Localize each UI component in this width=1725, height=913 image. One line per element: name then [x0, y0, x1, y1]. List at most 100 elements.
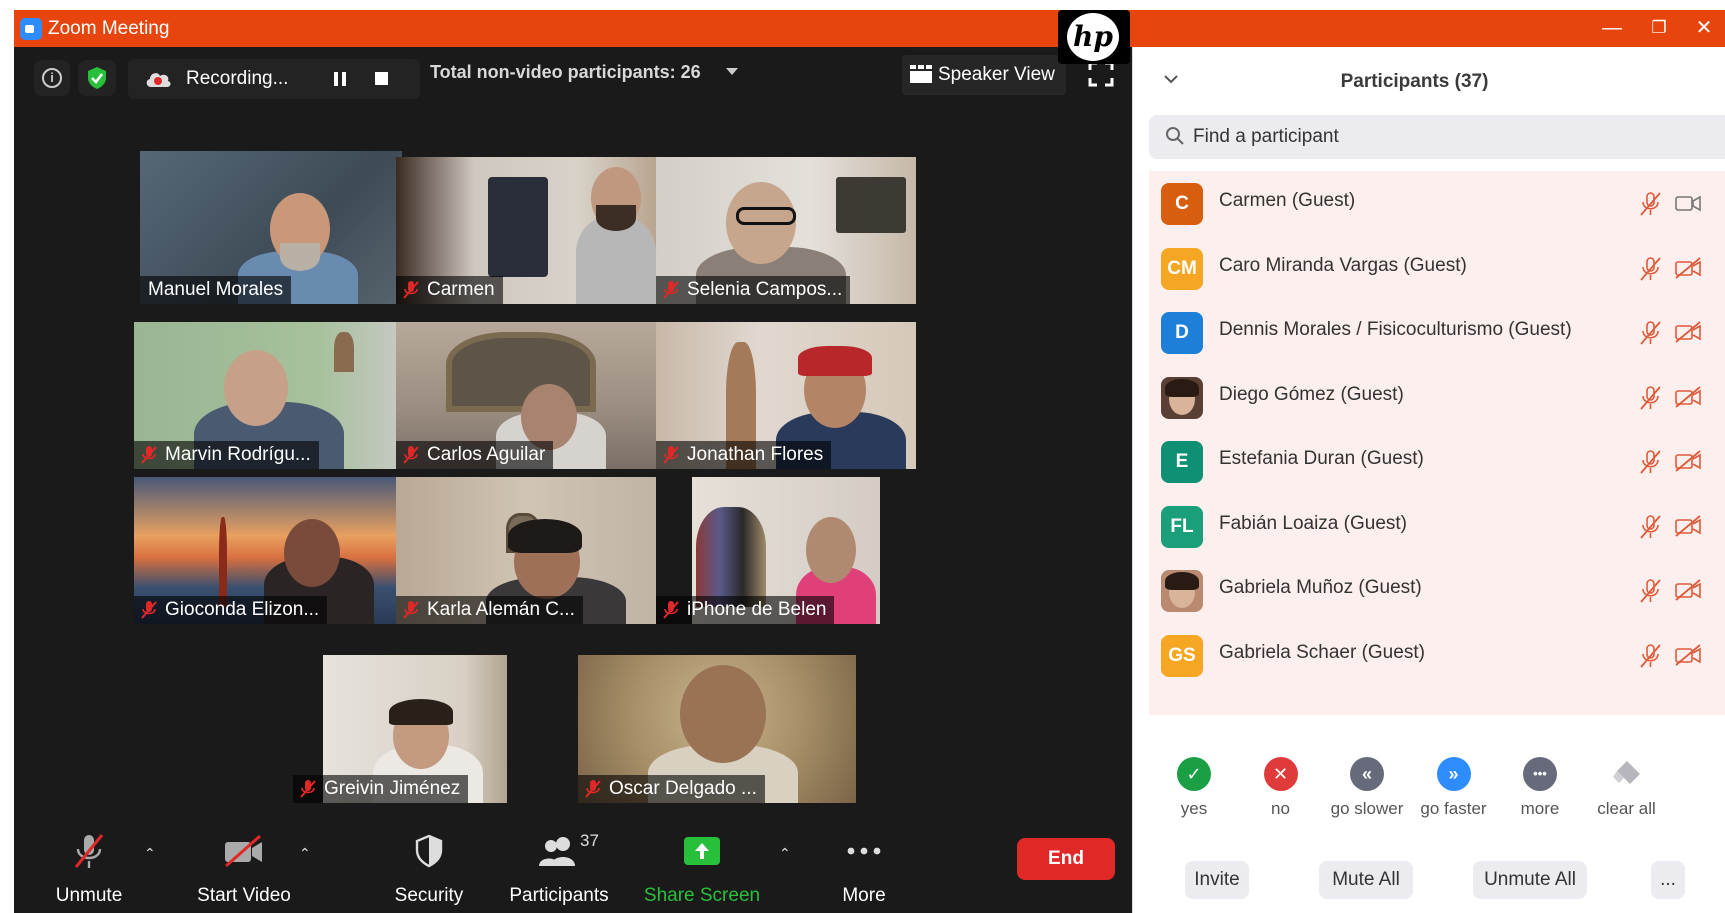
- speaker-view-button[interactable]: Speaker View: [902, 55, 1066, 95]
- more-dots-icon: [847, 847, 881, 855]
- muted-mic-icon: [403, 281, 419, 299]
- participant-row[interactable]: D Dennis Morales / Fisicoculturismo (Gues…: [1149, 300, 1725, 364]
- security-button[interactable]: Security: [384, 827, 474, 907]
- muted-mic-icon: [663, 601, 679, 619]
- participant-search[interactable]: [1149, 115, 1725, 159]
- video-tile[interactable]: Jonathan Flores: [656, 322, 916, 469]
- video-tile[interactable]: Greivin Jiménez: [293, 655, 507, 803]
- reaction-label: more: [1520, 799, 1560, 818]
- security-shield-icon: [415, 834, 443, 868]
- video-off-icon[interactable]: [1674, 450, 1702, 472]
- video-off-icon: [225, 834, 262, 868]
- muted-mic-icon[interactable]: [1638, 449, 1662, 475]
- share-options-caret-icon[interactable]: ⌃: [779, 845, 791, 862]
- video-off-icon[interactable]: [1674, 321, 1702, 343]
- non-video-participants-label[interactable]: Total non-video participants: 26: [430, 62, 701, 83]
- video-off-icon[interactable]: [1674, 256, 1702, 279]
- muted-mic-icon[interactable]: [1638, 256, 1662, 282]
- tile-name-tag: Carmen: [396, 276, 503, 304]
- recording-indicator: Recording...: [128, 59, 420, 99]
- fullscreen-icon[interactable]: [1088, 61, 1114, 87]
- share-screen-button[interactable]: Share Screen: [642, 827, 762, 907]
- start-video-button[interactable]: Start Video: [184, 827, 304, 907]
- participants-button[interactable]: 37 Participants: [504, 827, 614, 907]
- video-camera-icon[interactable]: [1674, 192, 1702, 214]
- participant-row[interactable]: Diego Gómez (Guest): [1149, 365, 1725, 429]
- participant-row[interactable]: Gabriela Muñoz (Guest): [1149, 558, 1725, 622]
- info-icon[interactable]: i: [34, 60, 70, 96]
- reaction-label: no: [1271, 799, 1290, 818]
- pause-recording-icon[interactable]: [333, 71, 347, 87]
- hp-logo: hp: [1058, 10, 1130, 64]
- reaction-label: yes: [1180, 799, 1208, 818]
- video-tile[interactable]: Carlos Aguilar: [396, 322, 656, 469]
- video-tile[interactable]: iPhone de Belen: [656, 477, 880, 624]
- participants-panel: Participants (37) C Carmen (Guest) CM Caro …: [1132, 47, 1725, 913]
- video-tile[interactable]: Karla Alemán C...: [396, 477, 656, 624]
- tile-name-tag: Selenia Campos...: [656, 276, 851, 304]
- reaction-go-faster-button[interactable]: » go faster: [1409, 757, 1499, 819]
- reaction-icon: »: [1436, 757, 1471, 791]
- muted-mic-icon: [141, 446, 157, 464]
- end-meeting-button[interactable]: End: [1017, 838, 1115, 880]
- tile-name-tag: Karla Alemán C...: [396, 596, 583, 624]
- participant-name: Dennis Morales / Fisicoculturismo (Guest…: [1219, 319, 1572, 340]
- video-tile[interactable]: Carmen: [396, 157, 656, 304]
- more-button[interactable]: More: [824, 827, 904, 907]
- video-tile[interactable]: Oscar Delgado ...: [578, 655, 856, 803]
- muted-mic-icon[interactable]: [1638, 320, 1662, 346]
- video-tile[interactable]: Manuel Morales: [140, 151, 402, 304]
- restore-button[interactable]: ❐: [1639, 13, 1679, 43]
- participant-name: Fabián Loaiza (Guest): [1219, 512, 1407, 534]
- participant-row[interactable]: C Carmen (Guest): [1149, 171, 1725, 235]
- video-options-caret-icon[interactable]: ⌃: [299, 845, 311, 862]
- muted-mic-icon[interactable]: [1638, 514, 1662, 540]
- participant-row[interactable]: CM Caro Miranda Vargas (Guest): [1149, 236, 1725, 300]
- tile-name-tag: Gioconda Elizon...: [134, 596, 328, 624]
- reaction-no-button[interactable]: ✕ no: [1236, 757, 1326, 819]
- mute-all-button[interactable]: Mute All: [1319, 861, 1413, 899]
- caret-down-icon[interactable]: [726, 68, 738, 75]
- muted-mic-icon[interactable]: [1638, 643, 1662, 669]
- participant-list: C Carmen (Guest) CM Caro Miranda Vargas (Gu…: [1149, 171, 1725, 715]
- participant-row[interactable]: FL Fabián Loaiza (Guest): [1149, 494, 1725, 558]
- encryption-shield-icon[interactable]: [78, 60, 116, 96]
- minimize-button[interactable]: —: [1592, 13, 1632, 43]
- unmute-all-button[interactable]: Unmute All: [1473, 861, 1587, 899]
- recording-label: Recording...: [186, 68, 289, 89]
- video-tile[interactable]: Gioconda Elizon...: [134, 477, 396, 624]
- reaction-go-slower-button[interactable]: « go slower: [1322, 757, 1412, 819]
- tile-name-tag: Manuel Morales: [140, 276, 292, 304]
- reaction-more-button[interactable]: ••• more: [1495, 757, 1585, 819]
- grid-view-icon: [910, 65, 932, 83]
- video-off-icon[interactable]: [1674, 385, 1702, 408]
- panel-header: Participants (37): [1133, 47, 1725, 117]
- video-off-icon[interactable]: [1674, 643, 1702, 666]
- video-off-icon[interactable]: [1674, 514, 1702, 537]
- close-button[interactable]: ✕: [1684, 13, 1724, 43]
- nonverbal-feedback-bar: ✓ yes ✕ no « go slower » go faster ••• more clear …: [1149, 747, 1725, 837]
- participant-avatar: [1161, 570, 1203, 612]
- stop-recording-icon[interactable]: [375, 72, 388, 85]
- reaction-yes-button[interactable]: ✓ yes: [1149, 757, 1239, 819]
- video-tile[interactable]: Marvin Rodrígu...: [134, 322, 396, 469]
- video-off-icon[interactable]: [1674, 579, 1702, 601]
- participant-row[interactable]: GS Gabriela Schaer (Guest): [1149, 623, 1725, 687]
- participant-avatar: E: [1161, 441, 1203, 483]
- muted-mic-icon[interactable]: [1638, 191, 1662, 217]
- invite-button[interactable]: Invite: [1185, 861, 1249, 899]
- reaction-clear-all-button[interactable]: clear all: [1582, 757, 1672, 819]
- meeting-top-bar: i Recording... Total non-video participa…: [14, 47, 1132, 107]
- panel-title: Participants (37): [1340, 71, 1489, 92]
- participant-name: Diego Gómez (Guest): [1219, 383, 1404, 405]
- title-bar: Zoom Meeting — ❐ ✕: [14, 10, 1725, 47]
- reaction-icon: «: [1350, 757, 1384, 791]
- more-options-button[interactable]: ...: [1651, 861, 1685, 899]
- audio-options-caret-icon[interactable]: ⌃: [144, 845, 156, 862]
- video-tile[interactable]: Selenia Campos...: [656, 157, 916, 304]
- search-input[interactable]: [1193, 121, 1693, 153]
- participant-row[interactable]: E Estefania Duran (Guest): [1149, 429, 1725, 493]
- muted-mic-icon[interactable]: [1638, 578, 1662, 604]
- unmute-button[interactable]: Unmute: [44, 827, 134, 907]
- muted-mic-icon[interactable]: [1638, 385, 1662, 411]
